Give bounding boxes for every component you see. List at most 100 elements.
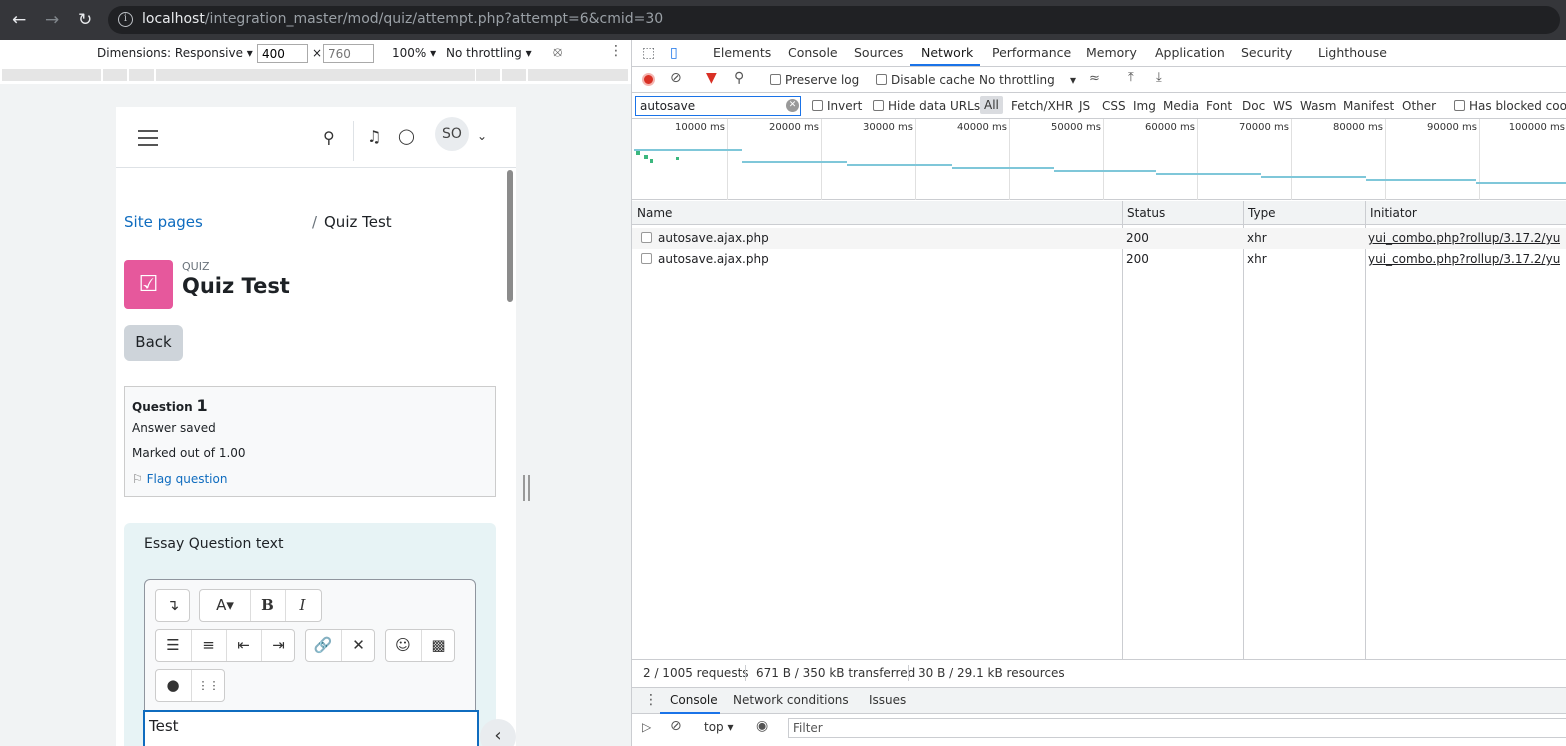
type-filter-other[interactable]: Other [1402,99,1436,113]
type-filter-doc[interactable]: Doc [1242,99,1265,113]
type-filter-manifest[interactable]: Manifest [1343,99,1394,113]
link-icon[interactable]: 🔗 [306,630,340,661]
search-icon[interactable]: ⚲ [323,128,335,147]
device-toggle-icon[interactable]: ▯ [670,45,678,61]
clear-filter-icon[interactable]: ✕ [786,99,799,112]
live-expression-eye-icon[interactable]: ◉ [756,718,768,734]
type-filter-media[interactable]: Media [1163,99,1199,113]
type-filter-all[interactable]: All [980,96,1003,114]
import-har-icon[interactable]: ⤒ [1128,70,1134,85]
timeline-bar [1366,179,1476,181]
type-filter-wasm[interactable]: Wasm [1300,99,1336,113]
media-query-ruler[interactable] [0,66,631,84]
reload-icon[interactable]: ↻ [78,10,92,30]
drawer-tab-issues[interactable]: Issues [869,693,906,707]
tab-elements[interactable]: Elements [713,45,771,60]
column-type[interactable]: Type [1243,201,1365,225]
console-sidebar-icon[interactable]: ▷ [642,720,651,734]
menu-icon[interactable] [138,130,158,151]
clear-console-icon[interactable]: ⊘ [670,718,682,734]
network-throttling-select[interactable]: No throttling ▾ [979,73,1076,87]
drawer-toggle-chevron-icon[interactable]: ‹ [480,719,516,746]
breadcrumb-site-pages[interactable]: Site pages [124,213,203,231]
site-info-icon[interactable]: i [118,12,133,27]
tab-console[interactable]: Console [788,45,838,60]
unordered-list-icon[interactable]: ☰ [156,630,190,661]
outdent-icon[interactable]: ⇤ [226,630,260,661]
image-icon[interactable]: ▩ [421,630,455,661]
back-arrow-icon[interactable]: ← [12,10,26,30]
bold-icon[interactable]: B [250,590,284,621]
clear-icon[interactable]: ⊘ [670,70,682,86]
type-filter-css[interactable]: CSS [1102,99,1126,113]
tab-network[interactable]: Network [921,45,973,60]
disable-cache-checkbox[interactable]: Disable cache [876,73,975,87]
height-input[interactable] [323,44,374,63]
width-input[interactable] [257,44,308,63]
type-filter-fetch-xhr[interactable]: Fetch/XHR [1011,99,1073,113]
filter-input[interactable]: autosave ✕ [635,96,801,116]
user-menu-chevron-icon[interactable]: ⌄ [477,129,487,143]
throttling-select[interactable]: No throttling ▾ [446,46,532,60]
essay-answer-editor[interactable]: Test [143,710,479,746]
moodle-page: ⚲ ♫ ◯ SO ⌄ Site pages / Quiz Test ☑ QUIZ… [116,107,516,746]
blocked-cookies-checkbox[interactable]: Has blocked cookies [1454,99,1566,113]
zoom-select[interactable]: 100% ▾ [392,46,436,60]
screenreader-helper-icon[interactable]: ⋮⋮ [191,670,225,701]
type-filter-ws[interactable]: WS [1273,99,1292,113]
viewport-resize-handle[interactable] [523,475,530,501]
column-name[interactable]: Name [632,201,1122,225]
ordered-list-icon[interactable]: ≡ [191,630,225,661]
timeline-dot [676,157,679,160]
drawer-tab-network-conditions[interactable]: Network conditions [733,693,849,707]
invert-checkbox[interactable]: Invert [812,99,862,113]
italic-icon[interactable]: I [285,590,319,621]
request-initiator-link[interactable]: yui_combo.php?rollup/3.17.2/yui... [1368,231,1560,245]
context-select[interactable]: top ▾ [704,720,734,734]
type-filter-font[interactable]: Font [1206,99,1232,113]
forward-arrow-icon[interactable]: → [45,10,59,30]
network-overview-timeline[interactable]: 10000 ms 20000 ms 30000 ms 40000 ms 5000… [632,119,1566,200]
hide-data-urls-checkbox[interactable]: Hide data URLs [873,99,980,113]
drawer-tab-console[interactable]: Console [670,693,718,707]
back-button[interactable]: Back [124,325,183,361]
search-icon[interactable]: ⚲ [734,70,744,86]
tab-memory[interactable]: Memory [1086,45,1137,60]
emoji-icon[interactable]: ☺ [386,630,420,661]
dimensions-select[interactable]: Dimensions: Responsive ▾ [97,46,253,60]
tab-sources[interactable]: Sources [854,45,903,60]
collapse-toolbar-icon[interactable]: ↴ [156,590,190,621]
type-filter-img[interactable]: Img [1133,99,1156,113]
rotate-icon[interactable]: ⦻ [553,44,562,60]
avatar[interactable]: SO [435,117,469,151]
drawer-menu-icon[interactable]: ⋮ [644,692,658,708]
unlink-icon[interactable]: ✕ [341,630,375,661]
column-status[interactable]: Status [1122,201,1243,225]
accessibility-checker-icon[interactable]: ● [156,670,190,701]
network-conditions-icon[interactable]: ≈ [1089,71,1100,86]
more-options-icon[interactable]: ⋮ [609,43,623,59]
record-icon[interactable] [642,73,655,86]
font-style-icon[interactable]: A▾ [200,590,250,621]
tab-performance[interactable]: Performance [992,45,1071,60]
message-icon[interactable]: ◯ [398,127,415,145]
page-scrollbar[interactable] [507,170,513,302]
page-title: Quiz Test [182,274,290,298]
filter-icon[interactable]: ▼ [706,70,717,86]
tab-security[interactable]: Security [1241,45,1292,60]
table-row[interactable]: autosave.ajax.php 200 xhr yui_combo.php?… [632,249,1566,270]
table-row[interactable]: autosave.ajax.php 200 xhr yui_combo.php?… [632,228,1566,249]
console-filter-input[interactable]: Filter [788,718,1566,738]
type-filter-js[interactable]: JS [1079,99,1090,113]
export-har-icon[interactable]: ⤓ [1156,70,1162,85]
preserve-log-checkbox[interactable]: Preserve log [770,73,859,87]
indent-icon[interactable]: ⇥ [261,630,295,661]
request-initiator-link[interactable]: yui_combo.php?rollup/3.17.2/yui... [1368,252,1560,266]
address-bar[interactable]: i localhost/integration_master/mod/quiz/… [108,6,1560,34]
column-initiator[interactable]: Initiator [1365,201,1566,225]
flag-question-link[interactable]: ⚐ Flag question [132,472,227,486]
bell-icon[interactable]: ♫ [367,127,381,146]
tab-lighthouse[interactable]: Lighthouse [1318,45,1387,60]
tab-application[interactable]: Application [1155,45,1225,60]
inspect-element-icon[interactable]: ⬚ [642,45,655,61]
